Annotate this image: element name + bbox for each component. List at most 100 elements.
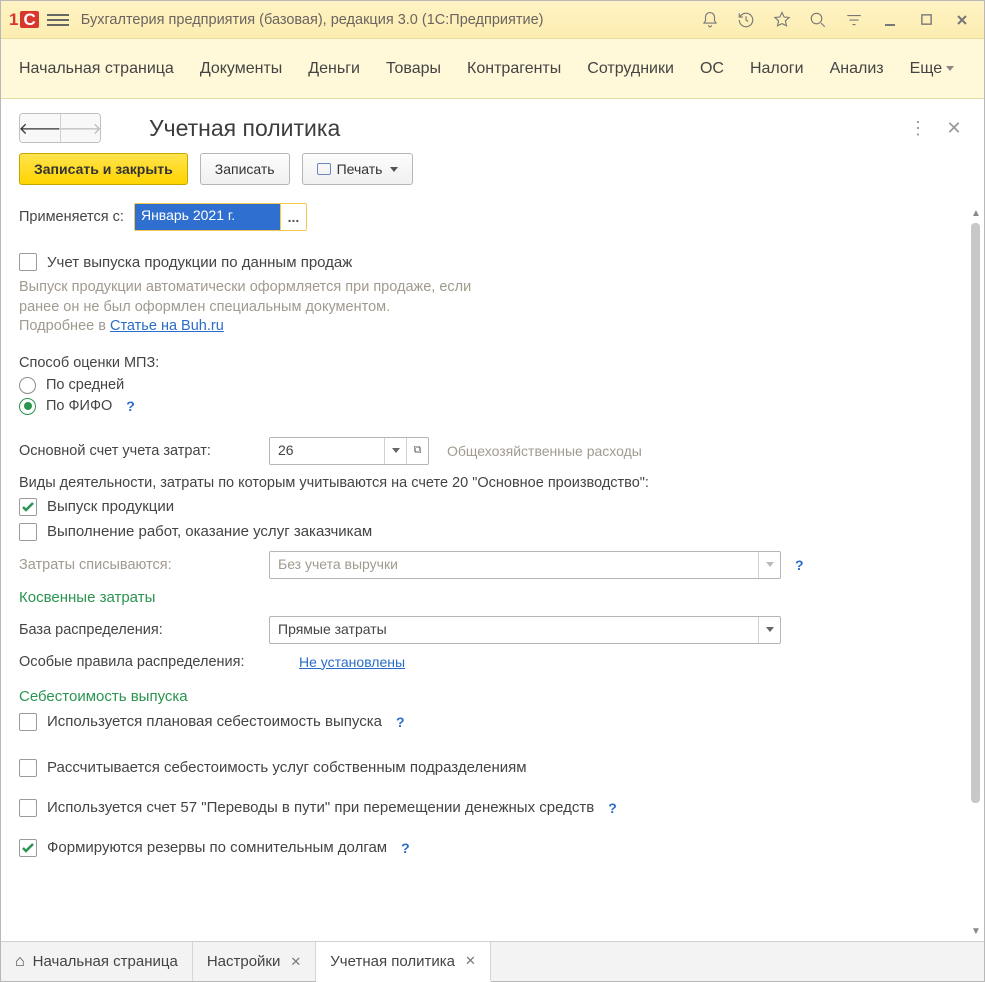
help-icon[interactable]: ? bbox=[795, 557, 804, 573]
nav-buttons: 🡐 🡒 bbox=[19, 113, 101, 143]
tab-label: Настройки bbox=[207, 953, 281, 970]
main-cost-account-hint: Общехозяйственные расходы bbox=[447, 443, 642, 459]
checkbox-icon bbox=[19, 498, 37, 516]
alloc-base-label: База распределения: bbox=[19, 622, 259, 638]
scroll-up-arrow[interactable]: ▲ bbox=[968, 205, 984, 221]
page-title: Учетная политика bbox=[149, 115, 340, 142]
menu-item-documents[interactable]: Документы bbox=[200, 60, 282, 78]
checkbox-output-by-sales[interactable]: Учет выпуска продукции по данным продаж bbox=[19, 253, 946, 271]
radio-icon bbox=[19, 398, 36, 415]
titlebar: 1С Бухгалтерия предприятия (базовая), ре… bbox=[1, 1, 984, 39]
print-button[interactable]: Печать bbox=[302, 153, 414, 185]
more-vertical-icon[interactable]: ⋮ bbox=[906, 118, 930, 139]
costs-writeoff-label: Затраты списываются: bbox=[19, 557, 259, 573]
save-and-close-button[interactable]: Записать и закрыть bbox=[19, 153, 188, 185]
date-picker-button[interactable]: ... bbox=[280, 204, 306, 230]
menu-item-more[interactable]: Еще bbox=[910, 60, 955, 78]
star-icon[interactable] bbox=[768, 6, 796, 34]
nav-forward-button[interactable]: 🡒 bbox=[60, 114, 100, 142]
scroll-down-arrow[interactable]: ▼ bbox=[968, 923, 984, 939]
close-tab-icon[interactable]: ✕ bbox=[465, 953, 476, 969]
mpz-method-label: Способ оценки МПЗ: bbox=[19, 355, 946, 371]
filter-icon[interactable] bbox=[840, 6, 868, 34]
open-list-button[interactable]: ⧉ bbox=[406, 438, 428, 464]
indirect-costs-header: Косвенные затраты bbox=[19, 589, 946, 606]
menu-item-contractors[interactable]: Контрагенты bbox=[467, 60, 561, 78]
chevron-down-icon bbox=[390, 167, 398, 172]
bell-icon[interactable] bbox=[696, 6, 724, 34]
checkbox-services[interactable]: Выполнение работ, оказание услуг заказчи… bbox=[19, 523, 946, 541]
alloc-base-select[interactable]: Прямые затраты bbox=[269, 616, 781, 644]
menu-item-money[interactable]: Деньги bbox=[308, 60, 360, 78]
checkbox-own-dep-cost[interactable]: Рассчитывается себестоимость услуг собст… bbox=[19, 759, 946, 777]
dropdown-button[interactable] bbox=[384, 438, 406, 464]
checkbox-label: Учет выпуска продукции по данным продаж bbox=[47, 254, 352, 271]
help-icon[interactable]: ? bbox=[396, 714, 405, 730]
buh-ru-link[interactable]: Статье на Buh.ru bbox=[110, 318, 224, 334]
form-content: Применяется с: Январь 2021 г. ... Учет в… bbox=[1, 203, 984, 941]
checkbox-production[interactable]: Выпуск продукции bbox=[19, 498, 946, 516]
main-cost-account-value: 26 bbox=[270, 438, 384, 464]
alloc-base-value: Прямые затраты bbox=[270, 617, 758, 643]
close-page-button[interactable]: ✕ bbox=[942, 118, 966, 139]
checkbox-icon bbox=[19, 839, 37, 857]
hamburger-icon[interactable] bbox=[47, 10, 69, 30]
checkbox-label: Используется счет 57 "Переводы в пути" п… bbox=[47, 799, 594, 816]
close-tab-icon[interactable]: ✕ bbox=[290, 954, 301, 970]
dropdown-button[interactable] bbox=[758, 617, 780, 643]
checkbox-account57[interactable]: Используется счет 57 "Переводы в пути" п… bbox=[19, 799, 946, 817]
checkbox-icon bbox=[19, 523, 37, 541]
checkbox-icon bbox=[19, 759, 37, 777]
toolbar: Записать и закрыть Записать Печать bbox=[1, 153, 984, 203]
printer-icon bbox=[317, 163, 331, 175]
scroll-thumb[interactable] bbox=[971, 223, 980, 803]
help-icon[interactable]: ? bbox=[126, 398, 135, 414]
special-rules-link[interactable]: Не установлены bbox=[299, 654, 405, 670]
maximize-button[interactable] bbox=[912, 6, 940, 34]
special-rules-label: Особые правила распределения: bbox=[19, 654, 289, 670]
checkbox-icon bbox=[19, 713, 37, 731]
menu-item-goods[interactable]: Товары bbox=[386, 60, 441, 78]
main-cost-account-label: Основной счет учета затрат: bbox=[19, 443, 259, 459]
activity-types-label: Виды деятельности, затраты по которым уч… bbox=[19, 475, 946, 491]
costs-writeoff-select: Без учета выручки bbox=[269, 551, 781, 579]
vertical-scrollbar[interactable]: ▲ ▼ bbox=[968, 203, 984, 941]
home-icon: ⌂ bbox=[15, 953, 25, 971]
menu-item-home[interactable]: Начальная страница bbox=[19, 60, 174, 78]
help-icon[interactable]: ? bbox=[401, 840, 410, 856]
radio-icon bbox=[19, 377, 36, 394]
radio-mpz-fifo[interactable]: По ФИФО ? bbox=[19, 398, 946, 415]
menu-item-analysis[interactable]: Анализ bbox=[830, 60, 884, 78]
checkbox-label: Формируются резервы по сомнительным долг… bbox=[47, 839, 387, 856]
menu-item-os[interactable]: ОС bbox=[700, 60, 724, 78]
checkbox-label: Рассчитывается себестоимость услуг собст… bbox=[47, 759, 527, 776]
radio-mpz-average[interactable]: По средней bbox=[19, 377, 946, 394]
checkbox-plan-cost[interactable]: Используется плановая себестоимость выпу… bbox=[19, 713, 946, 731]
main-menu: Начальная страница Документы Деньги Това… bbox=[1, 39, 984, 99]
checkbox-label: Выполнение работ, оказание услуг заказчи… bbox=[47, 523, 372, 540]
main-cost-account-field[interactable]: 26 ⧉ bbox=[269, 437, 429, 465]
print-label: Печать bbox=[337, 161, 383, 177]
menu-item-employees[interactable]: Сотрудники bbox=[587, 60, 674, 78]
menu-item-taxes[interactable]: Налоги bbox=[750, 60, 804, 78]
window-title: Бухгалтерия предприятия (базовая), редак… bbox=[81, 12, 544, 28]
tab-home[interactable]: ⌂ Начальная страница bbox=[1, 942, 193, 981]
checkbox-icon bbox=[19, 253, 37, 271]
checkbox-reserves[interactable]: Формируются резервы по сомнительным долг… bbox=[19, 839, 946, 857]
radio-label: По средней bbox=[46, 377, 124, 393]
applies-from-field[interactable]: Январь 2021 г. ... bbox=[134, 203, 307, 231]
search-icon[interactable] bbox=[804, 6, 832, 34]
applies-from-value[interactable]: Январь 2021 г. bbox=[135, 204, 280, 230]
minimize-button[interactable] bbox=[876, 6, 904, 34]
checkbox-icon bbox=[19, 799, 37, 817]
history-icon[interactable] bbox=[732, 6, 760, 34]
close-window-button[interactable] bbox=[948, 6, 976, 34]
nav-back-button[interactable]: 🡐 bbox=[20, 114, 60, 142]
tab-accounting-policy[interactable]: Учетная политика ✕ bbox=[316, 942, 491, 982]
tab-settings[interactable]: Настройки ✕ bbox=[193, 942, 316, 981]
applies-from-label: Применяется с: bbox=[19, 209, 124, 225]
help-icon[interactable]: ? bbox=[608, 800, 617, 816]
save-button[interactable]: Записать bbox=[200, 153, 290, 185]
tab-bar: ⌂ Начальная страница Настройки ✕ Учетная… bbox=[1, 941, 984, 981]
checkbox-label: Используется плановая себестоимость выпу… bbox=[47, 713, 382, 730]
